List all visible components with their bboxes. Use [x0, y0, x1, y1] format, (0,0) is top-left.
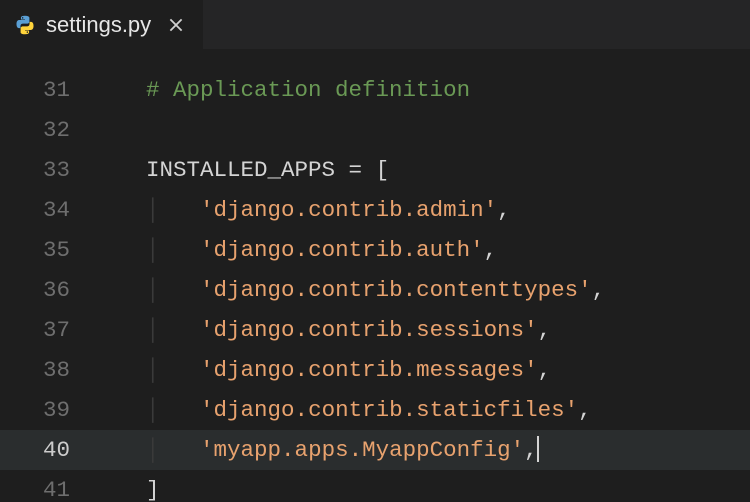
line-number: 38 [0, 350, 92, 390]
text-cursor [537, 436, 539, 462]
code-line[interactable]: 34 │ 'django.contrib.admin', [0, 190, 750, 230]
line-number: 31 [0, 70, 92, 110]
code-line[interactable]: 31 # Application definition [0, 70, 750, 110]
line-number: 32 [0, 110, 92, 150]
line-content[interactable]: │ 'django.contrib.auth', [92, 230, 750, 270]
code-editor[interactable]: 31 # Application definition3233 INSTALLE… [0, 50, 750, 502]
python-icon [14, 14, 36, 36]
code-line[interactable]: 36 │ 'django.contrib.contenttypes', [0, 270, 750, 310]
line-content[interactable]: │ 'django.contrib.contenttypes', [92, 270, 750, 310]
code-line[interactable]: 39 │ 'django.contrib.staticfiles', [0, 390, 750, 430]
line-content[interactable]: │ 'myapp.apps.MyappConfig', [92, 430, 750, 470]
tab-bar: settings.py [0, 0, 750, 50]
line-content[interactable]: # Application definition [92, 70, 750, 110]
code-line[interactable]: 33 INSTALLED_APPS = [ [0, 150, 750, 190]
code-line[interactable]: 41 ] [0, 470, 750, 502]
line-number: 35 [0, 230, 92, 270]
line-content[interactable]: │ 'django.contrib.admin', [92, 190, 750, 230]
line-number: 36 [0, 270, 92, 310]
line-content[interactable]: │ 'django.contrib.sessions', [92, 310, 750, 350]
line-number: 33 [0, 150, 92, 190]
close-icon[interactable] [167, 16, 185, 34]
line-number: 37 [0, 310, 92, 350]
editor-tab[interactable]: settings.py [0, 0, 203, 49]
code-line[interactable]: 38 │ 'django.contrib.messages', [0, 350, 750, 390]
line-number: 41 [0, 470, 92, 502]
line-number: 34 [0, 190, 92, 230]
code-line[interactable]: 37 │ 'django.contrib.sessions', [0, 310, 750, 350]
line-number: 40 [0, 430, 92, 470]
line-content[interactable]: │ 'django.contrib.messages', [92, 350, 750, 390]
code-line[interactable]: 40 │ 'myapp.apps.MyappConfig', [0, 430, 750, 470]
line-content[interactable]: INSTALLED_APPS = [ [92, 150, 750, 190]
line-number: 39 [0, 390, 92, 430]
line-content[interactable]: │ 'django.contrib.staticfiles', [92, 390, 750, 430]
line-content[interactable]: ] [92, 470, 750, 502]
code-line[interactable]: 32 [0, 110, 750, 150]
code-line[interactable]: 35 │ 'django.contrib.auth', [0, 230, 750, 270]
tab-filename: settings.py [46, 12, 151, 38]
